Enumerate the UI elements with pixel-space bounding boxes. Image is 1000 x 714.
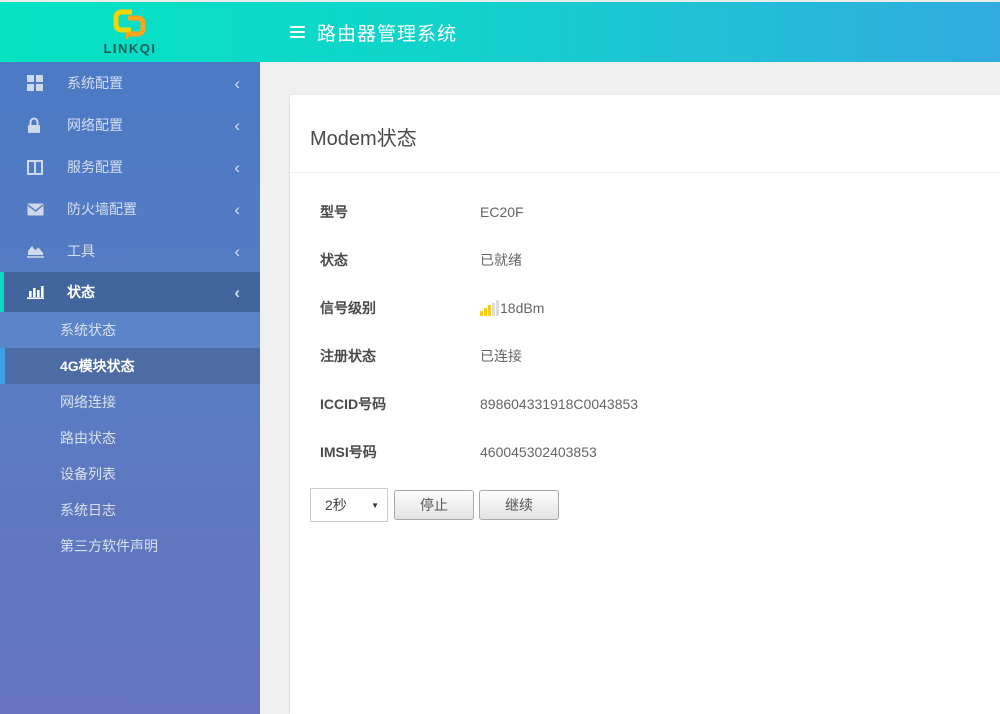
sidebar: 系统配置 ‹ 网络配置 ‹ 服务配置 ‹ 防火墙配置 ‹ 工具 ‹ 状态 ‹ 系… bbox=[0, 62, 260, 714]
sidebar-item-firewall-config[interactable]: 防火墙配置 ‹ bbox=[0, 188, 260, 230]
info-row-status: 状态 已就绪 bbox=[320, 236, 970, 284]
info-label: IMSI号码 bbox=[320, 444, 377, 460]
columns-icon bbox=[27, 159, 47, 175]
sidebar-item-label: 网络配置 bbox=[67, 117, 123, 133]
chevron-left-icon: ‹ bbox=[234, 73, 240, 93]
interval-select-wrap: 2秒 ▼ bbox=[310, 488, 388, 522]
sidebar-item-service-config[interactable]: 服务配置 ‹ bbox=[0, 146, 260, 188]
card-body: 型号 EC20F 状态 已就绪 信号级别 18dBm 注册状态 已连接 ICCI… bbox=[290, 173, 1000, 522]
info-label: 注册状态 bbox=[320, 348, 376, 364]
sidebar-subitem-label: 系统状态 bbox=[60, 322, 116, 338]
sidebar-subitem-system-status[interactable]: 系统状态 bbox=[0, 312, 260, 348]
logo: LINKQI bbox=[0, 2, 260, 62]
info-row-registration-status: 注册状态 已连接 bbox=[320, 332, 970, 380]
sidebar-item-label: 工具 bbox=[67, 243, 95, 259]
continue-button[interactable]: 继续 bbox=[479, 490, 559, 520]
sidebar-subitem-label: 路由状态 bbox=[60, 430, 116, 446]
modem-status-card: Modem状态 型号 EC20F 状态 已就绪 信号级别 18dBm 注册状态 … bbox=[290, 95, 1000, 714]
chevron-left-icon: ‹ bbox=[234, 157, 240, 177]
card-header: Modem状态 bbox=[290, 95, 1000, 173]
logo-text: LINKQI bbox=[103, 41, 157, 56]
sidebar-subitem-third-party-notice[interactable]: 第三方软件声明 bbox=[0, 528, 260, 564]
stop-button[interactable]: 停止 bbox=[394, 490, 474, 520]
linkqi-logo-icon bbox=[111, 8, 149, 40]
info-value: 898604331918C0043853 bbox=[480, 396, 639, 412]
info-value: 已连接 bbox=[480, 348, 522, 364]
sidebar-item-label: 状态 bbox=[67, 284, 95, 300]
sidebar-subitem-system-log[interactable]: 系统日志 bbox=[0, 492, 260, 528]
sidebar-subitem-label: 4G模块状态 bbox=[60, 358, 135, 374]
card-title: Modem状态 bbox=[310, 128, 417, 150]
sidebar-subitem-label: 第三方软件声明 bbox=[60, 538, 158, 554]
chevron-left-icon: ‹ bbox=[234, 282, 240, 302]
refresh-controls: 2秒 ▼ 停止 继续 bbox=[310, 488, 970, 522]
info-value: 460045302403853 bbox=[480, 444, 597, 460]
info-value: 已就绪 bbox=[480, 252, 522, 268]
envelope-icon bbox=[27, 201, 47, 217]
app-header: LINKQI 路由器管理系统 bbox=[0, 0, 1000, 62]
sidebar-item-network-config[interactable]: 网络配置 ‹ bbox=[0, 104, 260, 146]
info-row-signal-level: 信号级别 18dBm bbox=[320, 284, 970, 332]
chevron-left-icon: ‹ bbox=[234, 241, 240, 261]
sidebar-subitem-device-list[interactable]: 设备列表 bbox=[0, 456, 260, 492]
bar-chart-icon bbox=[27, 284, 47, 300]
sidebar-item-tools[interactable]: 工具 ‹ bbox=[0, 230, 260, 272]
sidebar-subitem-label: 设备列表 bbox=[60, 466, 116, 482]
header-bar: 路由器管理系统 bbox=[260, 2, 1000, 62]
main-content: Modem状态 型号 EC20F 状态 已就绪 信号级别 18dBm 注册状态 … bbox=[260, 62, 1000, 714]
interval-select[interactable]: 2秒 bbox=[310, 488, 388, 522]
info-row-imsi: IMSI号码 460045302403853 bbox=[320, 428, 970, 476]
signal-value: 18dBm bbox=[500, 300, 545, 316]
page-title: 路由器管理系统 bbox=[317, 23, 458, 45]
sidebar-subitem-route-status[interactable]: 路由状态 bbox=[0, 420, 260, 456]
sidebar-subitem-label: 系统日志 bbox=[60, 502, 116, 518]
info-label: 型号 bbox=[320, 204, 348, 220]
info-row-iccid: ICCID号码 898604331918C0043853 bbox=[320, 380, 970, 428]
sidebar-subitem-label: 网络连接 bbox=[60, 394, 116, 410]
chevron-left-icon: ‹ bbox=[234, 115, 240, 135]
info-value: 18dBm bbox=[480, 300, 544, 316]
chevron-left-icon: ‹ bbox=[234, 199, 240, 219]
sidebar-subitem-network-connection[interactable]: 网络连接 bbox=[0, 384, 260, 420]
info-label: 状态 bbox=[320, 252, 348, 268]
sidebar-subitem-4g-module-status[interactable]: 4G模块状态 bbox=[0, 348, 260, 384]
signal-bars-icon bbox=[480, 300, 499, 316]
sidebar-item-system-config[interactable]: 系统配置 ‹ bbox=[0, 62, 260, 104]
info-row-model: 型号 EC20F bbox=[320, 188, 970, 236]
sidebar-item-label: 服务配置 bbox=[67, 159, 123, 175]
sidebar-item-label: 系统配置 bbox=[67, 75, 123, 91]
sidebar-item-status[interactable]: 状态 ‹ bbox=[0, 272, 260, 312]
grid-icon bbox=[27, 75, 47, 91]
sidebar-item-label: 防火墙配置 bbox=[67, 201, 137, 217]
info-label: ICCID号码 bbox=[320, 396, 387, 412]
chart-area-icon bbox=[27, 243, 47, 259]
info-label: 信号级别 bbox=[320, 300, 376, 316]
lock-icon bbox=[27, 117, 47, 133]
info-value: EC20F bbox=[480, 204, 524, 220]
hamburger-menu-icon[interactable] bbox=[290, 26, 305, 38]
